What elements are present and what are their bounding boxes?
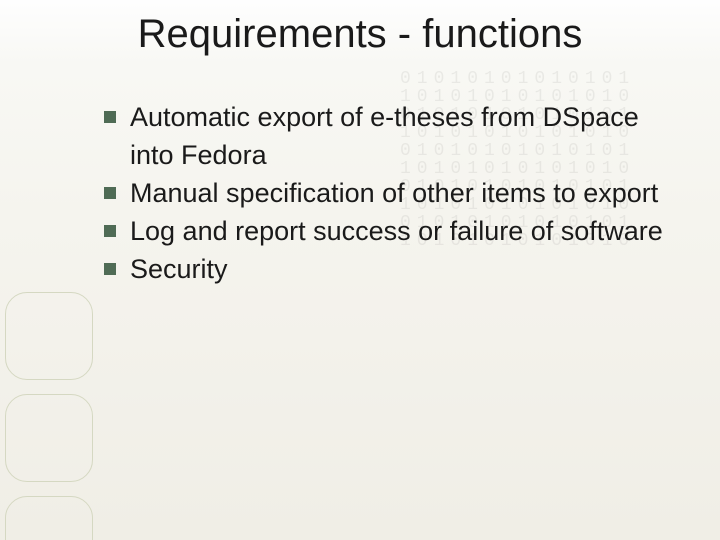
bullet-text: Security [130,250,228,288]
slide-title: Requirements - functions [0,12,720,57]
bullet-square-icon [104,263,116,275]
list-item: Log and report success or failure of sof… [104,212,664,250]
decorative-square-2 [5,394,93,482]
decorative-square-3 [5,496,93,540]
list-item: Manual specification of other items to e… [104,174,664,212]
bullet-list: Automatic export of e-theses from DSpace… [104,98,664,288]
slide: 01010101010101 10101010101010 0101010101… [0,0,720,540]
bullet-text: Log and report success or failure of sof… [130,212,663,250]
bullet-text: Automatic export of e-theses from DSpace… [130,98,664,174]
list-item: Automatic export of e-theses from DSpace… [104,98,664,174]
bullet-square-icon [104,111,116,123]
decorative-square-1 [5,292,93,380]
bullet-square-icon [104,187,116,199]
bullet-text: Manual specification of other items to e… [130,174,658,212]
bullet-square-icon [104,225,116,237]
list-item: Security [104,250,664,288]
